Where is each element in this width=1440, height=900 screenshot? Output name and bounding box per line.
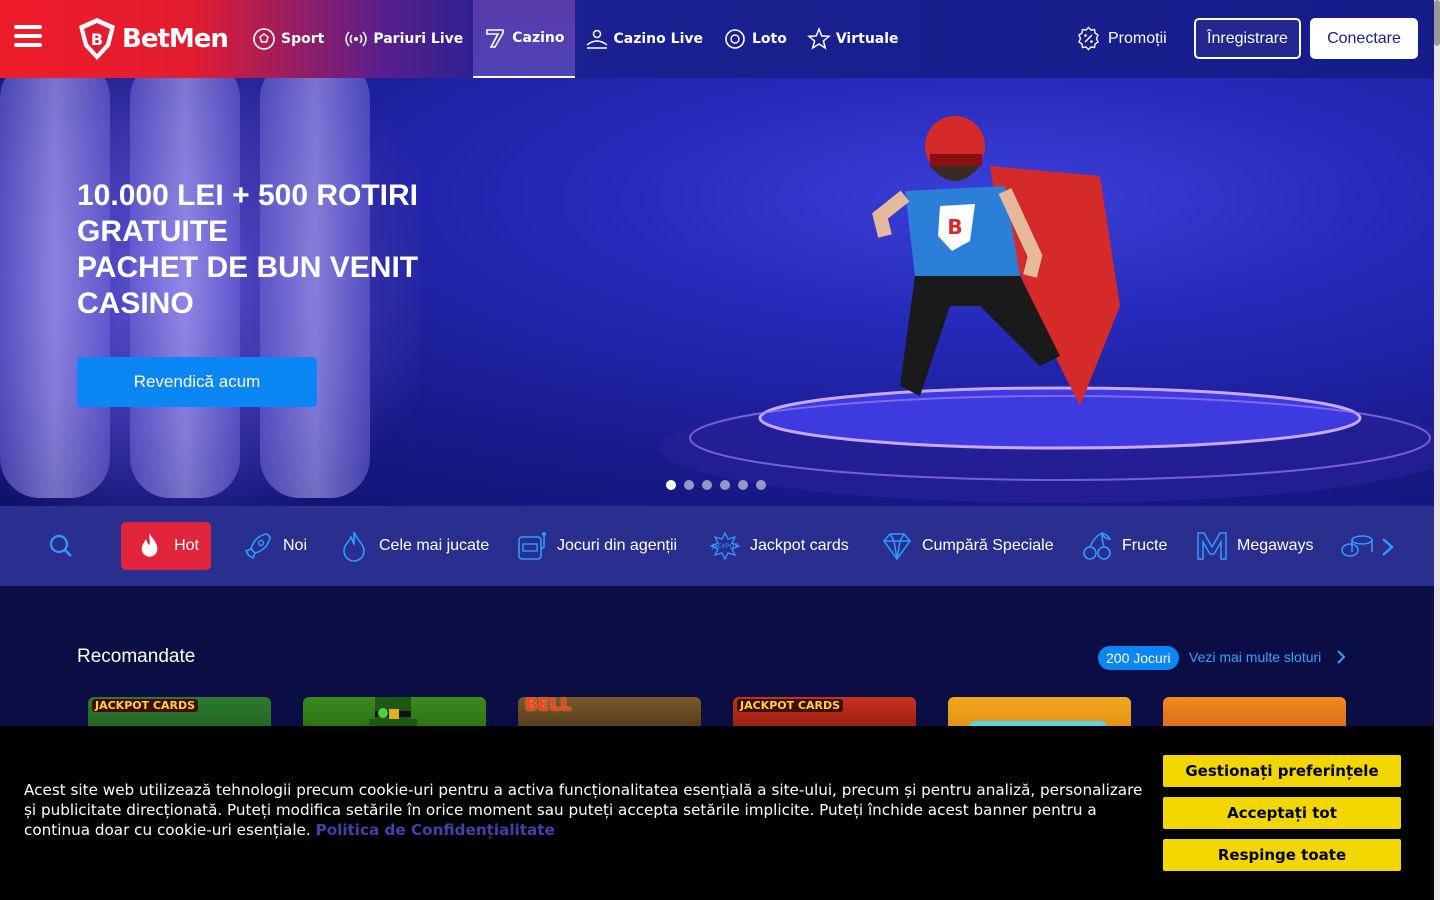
carousel-dot[interactable] xyxy=(702,480,712,490)
category-cumpara-speciale[interactable]: Cumpără Speciale xyxy=(868,522,1066,570)
category-hot[interactable]: Hot xyxy=(121,522,211,570)
category-label: Jocuri din agenții xyxy=(557,537,678,554)
hero-title-line: 10.000 LEI + 500 ROTIRI xyxy=(77,179,419,212)
category-label: Hot xyxy=(174,537,199,554)
category-bar: Hot Noi Cele mai jucate Jocuri din agenț… xyxy=(0,506,1434,586)
search-icon[interactable] xyxy=(48,533,74,559)
betmen-shield-icon: B xyxy=(79,18,115,60)
hero-title-line: CASINO xyxy=(77,287,194,320)
game-title: JACKPOT CARDS xyxy=(92,699,199,712)
category-label: Jackpot cards xyxy=(750,537,849,554)
broadcast-icon xyxy=(345,31,367,47)
main-nav: Sport Pariuri Live Cazino Cazino Live Lo… xyxy=(242,0,909,78)
menu-icon[interactable] xyxy=(14,25,42,51)
nav-loto[interactable]: Loto xyxy=(713,0,797,78)
soccer-ball-icon xyxy=(253,28,275,50)
category-megaways[interactable]: Megaways xyxy=(1183,522,1325,570)
carousel-dot[interactable] xyxy=(756,480,766,490)
seven-icon xyxy=(486,29,505,48)
nav-label: Cazino xyxy=(512,30,565,46)
coins-icon[interactable] xyxy=(1340,532,1374,562)
top-header: B BetMen Sport Pariuri Live Cazino Cazin… xyxy=(0,0,1434,78)
nav-label: Virtuale xyxy=(835,31,899,47)
see-more-slots-link[interactable]: Vezi mai multe sloturi xyxy=(1189,649,1347,665)
svg-text:B: B xyxy=(91,30,103,49)
rocket-icon xyxy=(244,533,271,560)
cookie-text: Acest site web utilizează tehnologii pre… xyxy=(24,780,1144,840)
category-fructe[interactable]: Fructe xyxy=(1068,522,1179,570)
cherries-icon xyxy=(1083,531,1112,560)
claim-now-button[interactable]: Revendică acum xyxy=(77,357,317,407)
percent-badge-icon xyxy=(1078,26,1099,51)
svg-text:B: B xyxy=(947,215,962,239)
see-more-label: Vezi mai multe sloturi xyxy=(1189,649,1322,665)
star-icon xyxy=(806,27,831,50)
scrollbar-thumb[interactable] xyxy=(1434,0,1440,46)
privacy-policy-link[interactable]: Politica de Confidențialitate xyxy=(316,821,555,839)
slot-machine-icon xyxy=(518,532,546,560)
accept-all-button[interactable]: Acceptați tot xyxy=(1163,797,1401,829)
carousel-dot[interactable] xyxy=(684,480,694,490)
category-jackpot-cards[interactable]: JACKPOT Jackpot cards xyxy=(696,522,861,570)
promotions-link[interactable]: Promoții xyxy=(1076,26,1167,51)
category-label: Noi xyxy=(283,537,308,554)
hero-title: 10.000 LEI + 500 ROTIRI GRATUITE PACHET … xyxy=(77,178,457,322)
megaways-icon xyxy=(1197,532,1227,560)
cookie-message: Acest site web utilizează tehnologii pre… xyxy=(24,781,1143,839)
lottery-ball-icon xyxy=(725,29,745,49)
nav-cazino-live[interactable]: Cazino Live xyxy=(575,0,713,78)
nav-label: Pariuri Live xyxy=(373,31,464,47)
nav-label: Sport xyxy=(281,31,325,47)
manage-preferences-button[interactable]: Gestionați preferințele xyxy=(1163,755,1401,787)
carousel-dots xyxy=(666,480,774,490)
category-label: Fructe xyxy=(1122,537,1168,554)
game-title: BELL xyxy=(525,697,572,715)
flame-icon xyxy=(141,533,158,557)
nav-virtuale[interactable]: Virtuale xyxy=(797,0,909,78)
logo[interactable]: B BetMen xyxy=(76,16,229,62)
game-title: JACKPOT CARDS xyxy=(737,699,844,712)
category-jocuri-din-agentii[interactable]: Jocuri din agenții xyxy=(503,522,689,570)
chevron-right-icon[interactable] xyxy=(1380,537,1396,557)
category-cele-mai-jucate[interactable]: Cele mai jucate xyxy=(325,522,501,570)
games-count-badge: 200 Jocuri xyxy=(1098,646,1179,670)
logo-text: BetMen xyxy=(122,24,229,54)
category-label: Cumpără Speciale xyxy=(922,537,1054,554)
category-noi[interactable]: Noi xyxy=(229,522,319,570)
reject-all-button[interactable]: Respinge toate xyxy=(1163,839,1401,871)
category-label: Megaways xyxy=(1237,537,1314,554)
register-button[interactable]: Înregistrare xyxy=(1194,18,1301,59)
jackpot-icon: JACKPOT xyxy=(709,531,741,561)
carousel-dot[interactable] xyxy=(720,480,730,490)
nav-sport[interactable]: Sport xyxy=(242,0,334,78)
page-scrollbar[interactable] xyxy=(1434,0,1440,900)
carousel-dot[interactable] xyxy=(738,480,748,490)
hero-title-line: PACHET DE BUN VENIT xyxy=(77,251,419,284)
nav-pariuri-live[interactable]: Pariuri Live xyxy=(334,0,473,78)
nav-label: Cazino Live xyxy=(613,31,703,47)
diamond-icon xyxy=(883,533,911,561)
svg-text:JACKPOT: JACKPOT xyxy=(711,543,738,550)
promotions-label: Promoții xyxy=(1108,29,1167,47)
login-button[interactable]: Conectare xyxy=(1310,18,1418,59)
section-title: Recomandate xyxy=(77,646,196,667)
superhero-mascot-image: B xyxy=(872,116,1120,406)
hero-title-line: GRATUITE xyxy=(77,215,229,248)
chevron-right-icon xyxy=(1337,650,1346,664)
dealer-icon xyxy=(586,29,607,49)
cookie-banner: Acest site web utilizează tehnologii pre… xyxy=(0,726,1434,900)
category-label: Cele mai jucate xyxy=(379,537,490,554)
drop-icon xyxy=(343,531,365,562)
carousel-dot[interactable] xyxy=(666,480,676,490)
hero-banner: B 10.000 LEI + 500 ROTIRI GRATUITE PACHE… xyxy=(0,78,1434,506)
nav-cazino[interactable]: Cazino xyxy=(473,0,575,78)
nav-label: Loto xyxy=(751,31,787,47)
